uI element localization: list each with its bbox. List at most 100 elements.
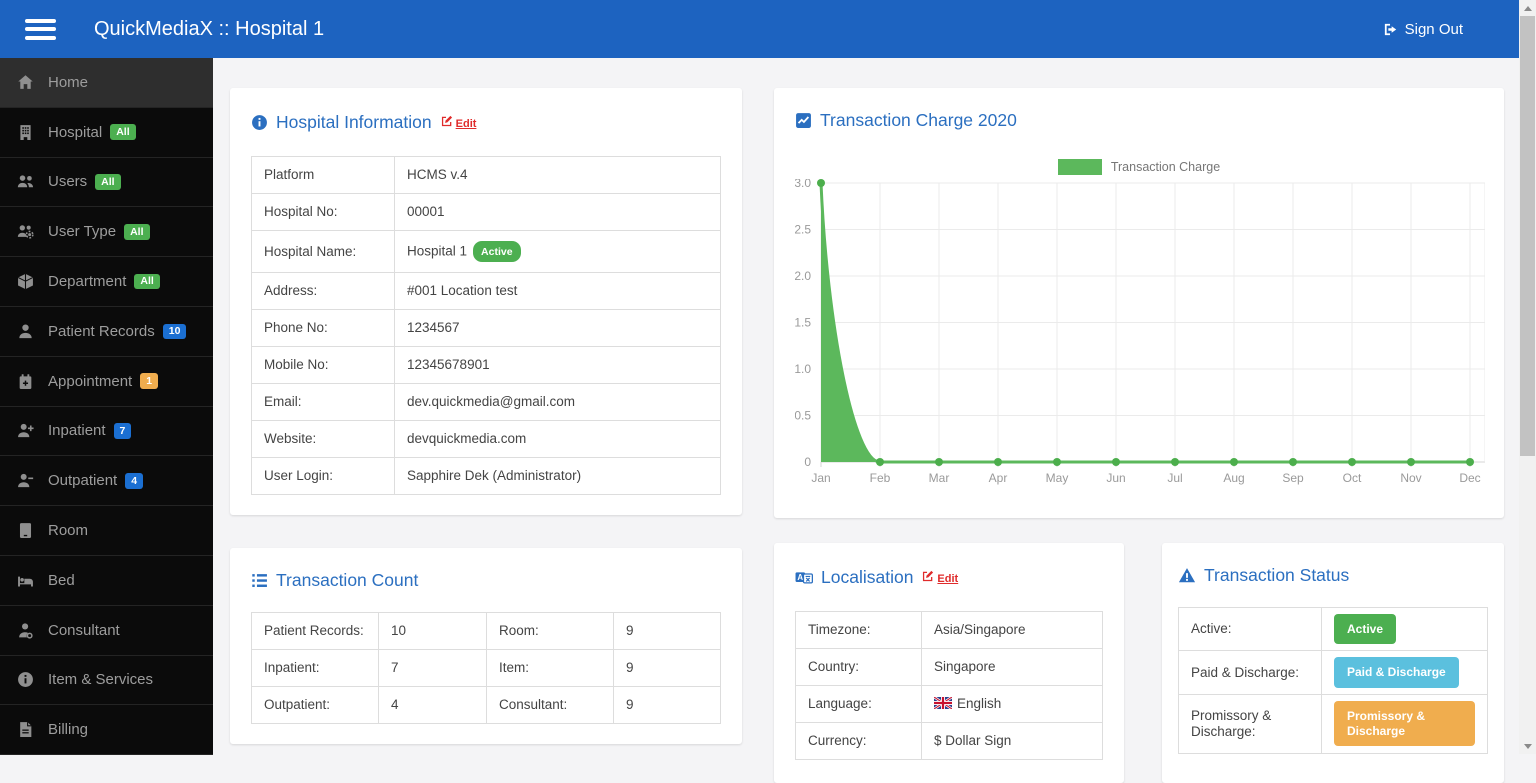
sidebar-item-patient-records[interactable]: Patient Records 10 <box>0 307 213 357</box>
hamburger-menu-icon[interactable] <box>25 18 56 40</box>
panel-title-text: Transaction Status <box>1204 565 1350 585</box>
table-row: Mobile No: 12345678901 <box>251 346 721 384</box>
transaction-status-table: Active: Active Paid & Discharge: Paid & Dis… <box>1178 606 1488 754</box>
hospital-info-edit-link[interactable]: Edit <box>441 112 476 136</box>
sidebar-badge: All <box>124 224 150 240</box>
chart-line-icon <box>795 112 812 129</box>
info-row-label: Hospital Name: <box>251 230 395 273</box>
sidebar-item-user-type[interactable]: User Type All <box>0 207 213 258</box>
sidebar-item-hospital[interactable]: Hospital All <box>0 108 213 158</box>
svg-text:Nov: Nov <box>1400 471 1421 485</box>
consultant-icon <box>14 622 36 639</box>
info-row-label: Platform <box>251 156 395 194</box>
appointment-icon <box>14 373 36 390</box>
svg-text:1.5: 1.5 <box>795 316 811 330</box>
sidebar-item-appointment[interactable]: Appointment 1 <box>0 357 213 407</box>
svg-text:Jun: Jun <box>1106 471 1125 485</box>
sidebar-item-label: Outpatient <box>48 472 118 490</box>
info-row-label: Mobile No: <box>251 346 395 384</box>
panel-title-text: Hospital Information <box>276 112 432 132</box>
warning-triangle-icon <box>1178 567 1196 584</box>
sidebar-item-billing[interactable]: Billing <box>0 705 213 756</box>
sidebar-item-label: Appointment <box>48 372 133 390</box>
sidebar-item-users[interactable]: Users All <box>0 158 213 208</box>
info-circle-icon <box>251 114 268 131</box>
localisation-edit-link[interactable]: Edit <box>922 567 958 591</box>
sidebar-item-bed[interactable]: Bed <box>0 556 213 606</box>
table-row: Phone No: 1234567 <box>251 309 721 347</box>
sidebar: Home Hospital All Users All User Type All Depar… <box>0 58 213 756</box>
sidebar-item-item-services[interactable]: Item & Services <box>0 656 213 706</box>
localisation-table: Timezone: Asia/Singapore Country: Singapore… <box>795 611 1103 760</box>
sidebar-item-outpatient[interactable]: Outpatient 4 <box>0 456 213 507</box>
user-type-icon <box>14 223 36 240</box>
table-row: Address: #001 Location test <box>251 272 721 310</box>
localisation-value: Singapore <box>921 648 1103 686</box>
edit-icon <box>441 112 453 136</box>
info-row-value: 12345678901 <box>394 346 721 384</box>
status-button-active[interactable]: Active <box>1334 614 1397 645</box>
inpatient-icon <box>14 422 36 439</box>
info-row-value: #001 Location test <box>394 272 721 310</box>
sidebar-item-room[interactable]: Room <box>0 506 213 556</box>
app-title: QuickMediaX :: Hospital 1 <box>94 17 325 40</box>
sign-out-label: Sign Out <box>1404 20 1463 38</box>
sidebar-item-label: Billing <box>48 721 89 739</box>
sign-out-button[interactable]: Sign Out <box>1383 21 1519 38</box>
info-row-label: Website: <box>251 420 395 458</box>
info-row-label: Address: <box>251 272 395 310</box>
scrollbar-up-arrow[interactable] <box>1519 0 1536 16</box>
transaction-count-table: Patient Records: 10 Room: 9 Inpatient: 7 Item:… <box>251 612 721 724</box>
table-row: Active: Active <box>1178 606 1488 652</box>
info-row-label: Phone No: <box>251 309 395 347</box>
uk-flag-icon <box>934 697 952 709</box>
table-row: Website: devquickmedia.com <box>251 420 721 458</box>
localisation-label: Timezone: <box>795 611 922 649</box>
svg-text:Mar: Mar <box>929 471 950 485</box>
scrollbar-down-arrow[interactable] <box>1519 738 1536 754</box>
panel-title-text: Localisation <box>821 567 914 587</box>
count-value: 9 <box>613 649 721 687</box>
status-value: Paid & Discharge <box>1321 650 1488 695</box>
users-icon <box>14 173 36 190</box>
count-label: Patient Records: <box>251 612 379 650</box>
scrollbar-thumb[interactable] <box>1520 16 1535 456</box>
sidebar-badge: All <box>134 273 160 290</box>
svg-text:0: 0 <box>804 455 811 469</box>
page-scrollbar <box>1519 0 1536 754</box>
transaction-count-panel: Transaction Count Patient Records: 10 Room… <box>230 548 742 744</box>
department-icon <box>14 273 36 290</box>
svg-text:Jul: Jul <box>1167 471 1182 485</box>
svg-text:2.5: 2.5 <box>795 223 811 237</box>
sidebar-item-department[interactable]: Department All <box>0 257 213 307</box>
outpatient-icon <box>14 472 36 489</box>
sidebar-item-consultant[interactable]: Consultant <box>0 606 213 656</box>
info-row-value: 00001 <box>394 193 721 231</box>
sidebar-item-inpatient[interactable]: Inpatient 7 <box>0 407 213 457</box>
count-label: Consultant: <box>486 686 614 724</box>
sidebar-item-label: Patient Records <box>48 322 155 340</box>
sidebar-item-label: Room <box>48 522 89 540</box>
status-button-promissory-discharge[interactable]: Promissory & Discharge <box>1334 701 1475 747</box>
svg-text:A: A <box>797 572 803 581</box>
status-button-paid-discharge[interactable]: Paid & Discharge <box>1334 657 1459 688</box>
panel-title-text: Transaction Count <box>276 570 419 590</box>
status-value: Promissory & Discharge <box>1321 693 1488 754</box>
sidebar-item-label: Home <box>48 73 89 91</box>
localisation-panel: A Localisation Edit Timezone: Asia/Singap… <box>774 543 1124 783</box>
sidebar-badge: 1 <box>140 373 159 389</box>
sidebar-badge: 10 <box>162 323 187 340</box>
active-status-badge: Active <box>473 241 521 262</box>
count-label: Room: <box>486 612 614 650</box>
sign-out-icon <box>1383 22 1398 37</box>
sidebar-item-label: Department <box>48 273 127 291</box>
patient-icon <box>14 323 36 340</box>
legend-label: Transaction Charge <box>1110 160 1221 174</box>
table-row: Inpatient: 7 Item: 9 <box>251 649 721 687</box>
chart-legend: Transaction Charge <box>795 159 1483 175</box>
localisation-label: Language: <box>795 685 922 723</box>
info-row-value: devquickmedia.com <box>394 420 721 458</box>
sidebar-item-home[interactable]: Home <box>0 58 213 108</box>
status-value: Active <box>1321 606 1488 652</box>
count-value: 9 <box>613 612 721 650</box>
